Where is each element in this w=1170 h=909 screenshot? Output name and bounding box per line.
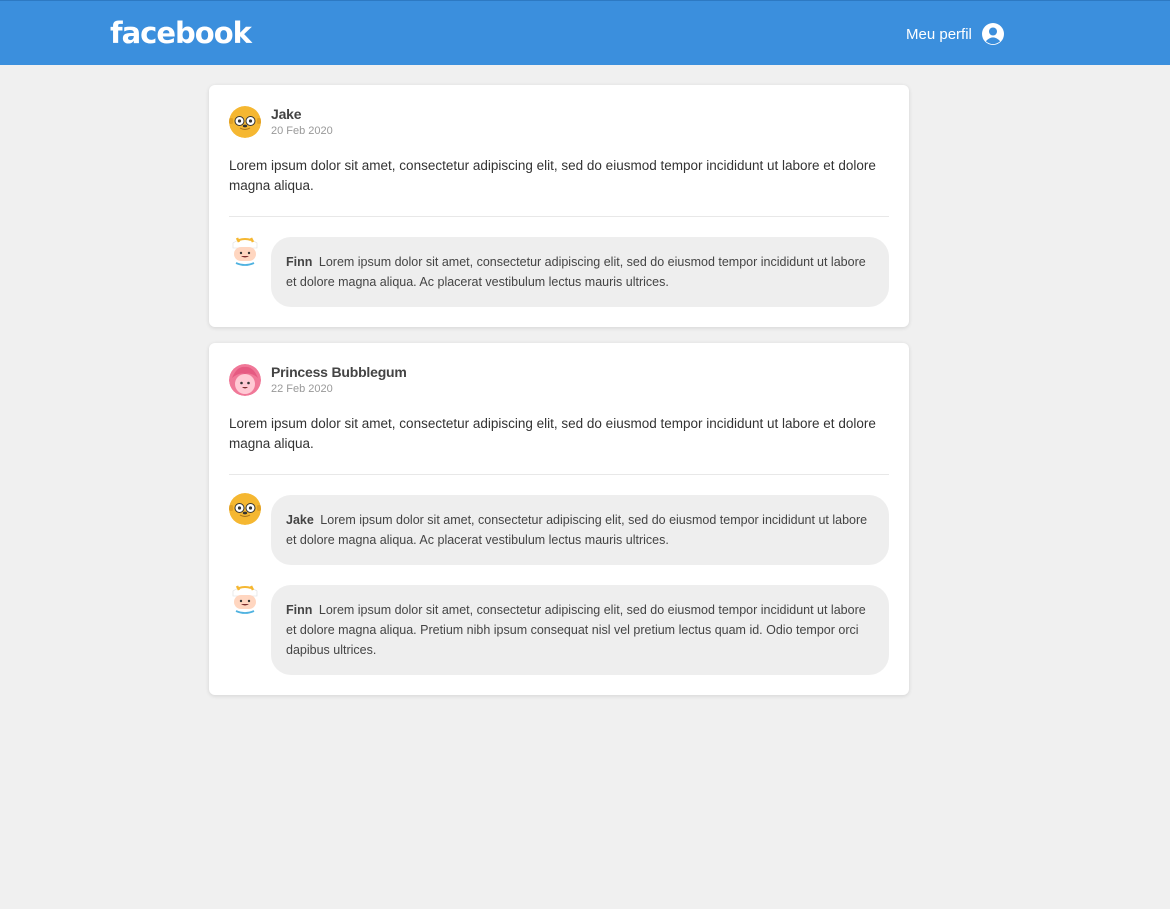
comment: Finn Lorem ipsum dolor sit amet, consect…: [229, 237, 889, 307]
comment-bubble: Finn Lorem ipsum dolor sit amet, consect…: [271, 237, 889, 307]
comment-text: Lorem ipsum dolor sit amet, consectetur …: [286, 513, 868, 547]
comment-bubble: Finn Lorem ipsum dolor sit amet, consect…: [271, 585, 889, 675]
comments-list: Finn Lorem ipsum dolor sit amet, consect…: [229, 237, 889, 307]
post-card: Princess Bubblegum 22 Feb 2020 Lorem ips…: [209, 343, 909, 695]
post-author[interactable]: Princess Bubblegum: [271, 364, 407, 381]
post-divider: [229, 474, 889, 475]
post-divider: [229, 216, 889, 217]
comment-author[interactable]: Jake: [286, 513, 314, 527]
post-date: 20 Feb 2020: [271, 124, 333, 137]
facebook-logo[interactable]: facebook: [110, 14, 252, 52]
comment: Jake Lorem ipsum dolor sit amet, consect…: [229, 495, 889, 565]
post-card: Jake 20 Feb 2020 Lorem ipsum dolor sit a…: [209, 85, 909, 327]
comment-author[interactable]: Finn: [286, 255, 312, 269]
finn-avatar-icon[interactable]: [229, 583, 261, 615]
jake-avatar-icon[interactable]: [229, 493, 261, 525]
post-header: Princess Bubblegum 22 Feb 2020: [229, 363, 889, 396]
post-date: 22 Feb 2020: [271, 382, 333, 395]
bubblegum-avatar-icon[interactable]: [229, 364, 261, 396]
post-header: Jake 20 Feb 2020: [229, 105, 889, 138]
post-author[interactable]: Jake: [271, 106, 333, 123]
post-text: Lorem ipsum dolor sit amet, consectetur …: [229, 158, 876, 193]
comment-author[interactable]: Finn: [286, 603, 312, 617]
jake-avatar-icon[interactable]: [229, 106, 261, 138]
finn-avatar-icon[interactable]: [229, 235, 261, 267]
comment-text: Lorem ipsum dolor sit amet, consectetur …: [286, 255, 866, 289]
top-navbar: facebook Meu perfil: [0, 0, 1170, 65]
profile-label: Meu perfil: [906, 25, 972, 43]
my-profile-link[interactable]: Meu perfil: [906, 21, 1005, 47]
comment-text: Lorem ipsum dolor sit amet, consectetur …: [286, 603, 866, 657]
comment-bubble: Jake Lorem ipsum dolor sit amet, consect…: [271, 495, 889, 565]
user-circle-icon: [981, 23, 1004, 45]
comment: Finn Lorem ipsum dolor sit amet, consect…: [229, 585, 889, 675]
comments-list: Jake Lorem ipsum dolor sit amet, consect…: [229, 495, 889, 675]
post-text: Lorem ipsum dolor sit amet, consectetur …: [229, 416, 876, 451]
